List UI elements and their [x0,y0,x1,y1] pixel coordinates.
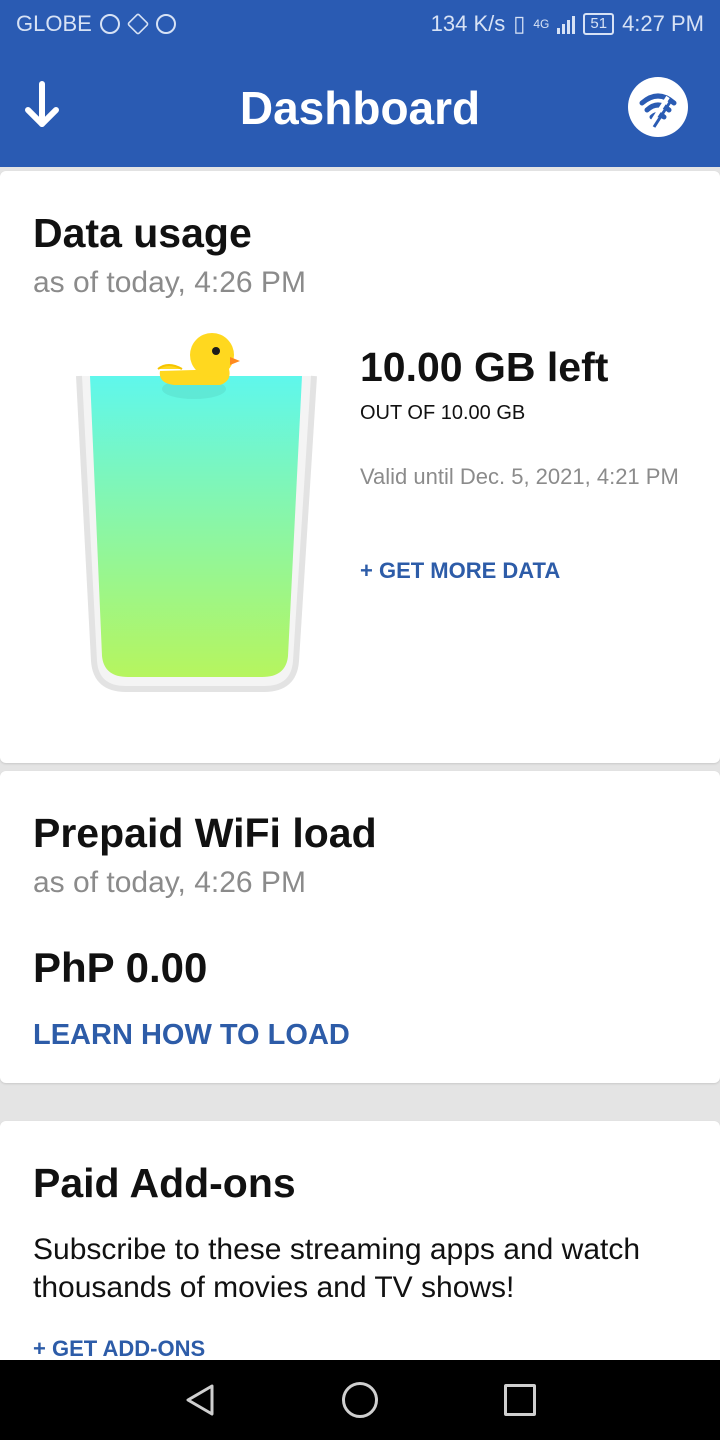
app-bar: Dashboard [0,50,720,167]
data-usage-card: Data usage as of today, 4:26 PM 10.00 GB… [0,171,720,763]
data-glass-meter [74,331,320,701]
net-speed: 134 K/s [430,11,506,36]
battery-icon: 51 [583,13,615,35]
data-left-value: 10.00 GB left [360,344,609,390]
vibrate-icon: ▯ [513,11,526,36]
wifi-load-amount: PhP 0.00 [33,944,208,991]
data-total-value: OUT OF 10.00 GB [360,402,526,424]
data-usage-title: Data usage [33,210,252,256]
page-title: Dashboard [239,82,481,134]
carrier-label: GLOBE [16,11,92,36]
status-bar: GLOBE 134 K/s ▯ 4G 51 4:27 PM [0,0,720,50]
wifi-load-card: Prepaid WiFi load as of today, 4:26 PM P… [0,771,720,1083]
network-type: 4G [533,17,550,31]
recent-apps-icon[interactable] [504,1384,536,1416]
app-notification-icon [126,12,150,36]
clock: 4:27 PM [622,11,704,36]
signal-icon [557,14,576,34]
home-icon[interactable] [342,1382,378,1418]
data-valid-until: Valid until Dec. 5, 2021, 4:21 PM [360,464,679,489]
wifi-load-as-of: as of today, 4:26 PM [33,866,306,899]
data-usage-as-of: as of today, 4:26 PM [33,266,306,299]
chrome-icon [99,14,120,34]
system-nav-bar [0,1360,720,1440]
get-addons-link[interactable]: + GET ADD-ONS [33,1335,205,1363]
wifi-fast-icon[interactable] [628,77,688,137]
facebook-icon [155,14,176,34]
wifi-load-title: Prepaid WiFi load [33,810,377,856]
addons-card: Paid Add-ons Subscribe to these streamin… [0,1121,720,1381]
learn-how-to-load-link[interactable]: LEARN HOW TO LOAD [33,1017,350,1053]
get-more-data-link[interactable]: + GET MORE DATA [360,557,560,585]
back-icon[interactable] [182,1382,218,1423]
addons-description: Subscribe to these streaming apps and wa… [33,1233,641,1304]
addons-title: Paid Add-ons [33,1160,296,1206]
